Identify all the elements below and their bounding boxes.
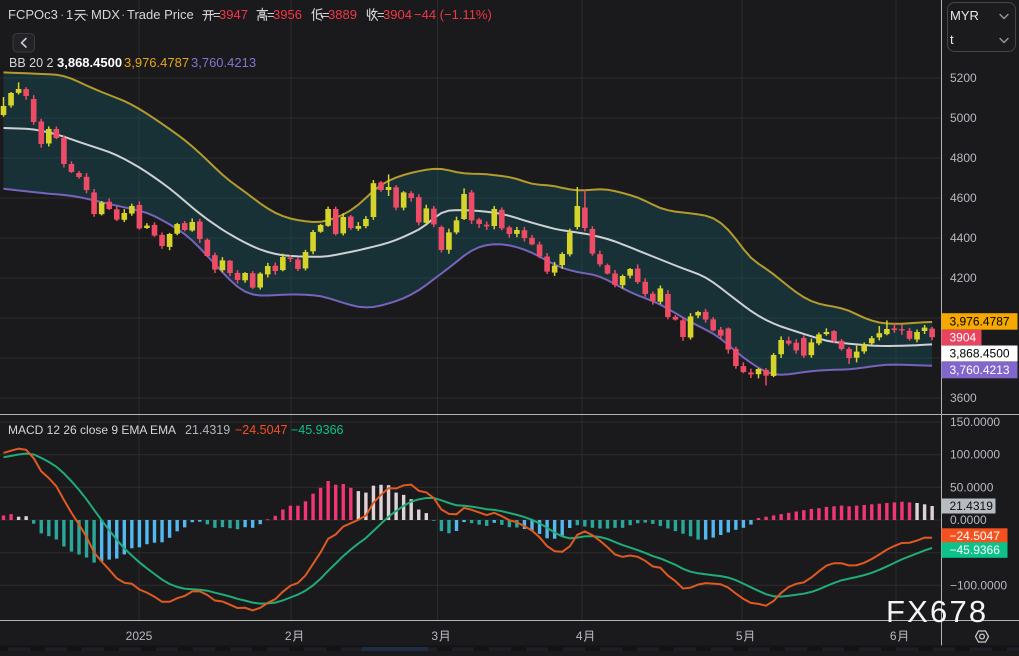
svg-text:1: 1	[66, 7, 73, 22]
svg-text:·: ·	[60, 7, 64, 22]
svg-text:4600: 4600	[950, 191, 977, 205]
svg-text:3947: 3947	[219, 7, 248, 22]
svg-text:100.0000: 100.0000	[950, 448, 1000, 462]
svg-text:3600: 3600	[950, 391, 977, 405]
svg-text:−44 (−1.11%): −44 (−1.11%)	[414, 7, 492, 22]
svg-text:t: t	[950, 32, 954, 47]
svg-text:3,868.4500: 3,868.4500	[57, 55, 122, 70]
svg-text:3889: 3889	[328, 7, 357, 22]
svg-text:5: 5	[736, 629, 743, 643]
svg-text:2025: 2025	[126, 629, 153, 643]
svg-text:5000: 5000	[950, 111, 977, 125]
svg-text:3,760.4213: 3,760.4213	[191, 55, 256, 70]
svg-text:3,868.4500: 3,868.4500	[950, 347, 1010, 361]
svg-text:3,760.4213: 3,760.4213	[950, 363, 1010, 377]
svg-text:−45.9366: −45.9366	[291, 423, 344, 437]
svg-text:4400: 4400	[950, 231, 977, 245]
svg-text:FCPOc3: FCPOc3	[8, 7, 58, 22]
svg-text:21.4319: 21.4319	[950, 499, 994, 513]
svg-text:3,976.4787: 3,976.4787	[950, 315, 1010, 329]
svg-text:3: 3	[431, 629, 438, 643]
svg-text:4800: 4800	[950, 151, 977, 165]
svg-text:150.0000: 150.0000	[950, 415, 1000, 429]
svg-text:·: ·	[85, 7, 89, 22]
svg-text:3,976.4787: 3,976.4787	[124, 55, 189, 70]
svg-text:·: ·	[121, 7, 125, 22]
svg-text:−100.0000: −100.0000	[950, 578, 1007, 592]
svg-text:6: 6	[890, 629, 897, 643]
svg-text:MACD 12 26 close 9 EMA EMA: MACD 12 26 close 9 EMA EMA	[8, 423, 176, 437]
svg-text:−24.5047: −24.5047	[950, 529, 1001, 543]
svg-text:0.0000: 0.0000	[950, 513, 987, 527]
svg-text:FX678: FX678	[886, 594, 988, 629]
svg-text:Trade Price: Trade Price	[127, 7, 194, 22]
svg-text:50.0000: 50.0000	[950, 480, 994, 494]
svg-text:−45.9366: −45.9366	[950, 543, 1001, 557]
svg-text:2: 2	[285, 629, 292, 643]
svg-text:3904: 3904	[950, 331, 977, 345]
svg-text:5200: 5200	[950, 71, 977, 85]
svg-text:4200: 4200	[950, 271, 977, 285]
svg-text:BB 20 2: BB 20 2	[9, 56, 54, 70]
svg-text:MDX: MDX	[91, 7, 120, 22]
svg-text:3956: 3956	[273, 7, 302, 22]
svg-text:21.4319: 21.4319	[185, 423, 230, 437]
svg-text:3904: 3904	[383, 7, 412, 22]
svg-text:4: 4	[576, 629, 583, 643]
svg-text:MYR: MYR	[950, 8, 979, 23]
svg-text:−24.5047: −24.5047	[235, 423, 288, 437]
